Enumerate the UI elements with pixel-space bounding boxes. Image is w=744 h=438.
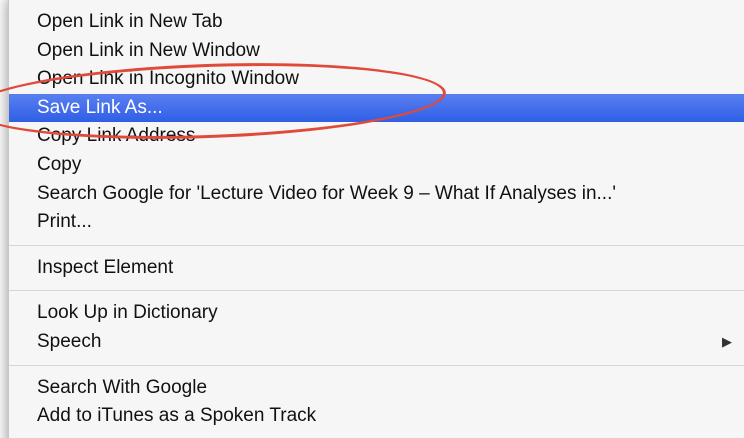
menu-separator xyxy=(9,290,744,292)
menu-item-speech[interactable]: Speech ▶ xyxy=(9,328,744,357)
menu-item-label: Copy xyxy=(37,153,82,175)
menu-item-label: Inspect Element xyxy=(37,256,174,278)
menu-item-label: Look Up in Dictionary xyxy=(37,302,218,324)
menu-item-label: Copy Link Address xyxy=(37,125,196,147)
menu-item-copy-link-address[interactable]: Copy Link Address xyxy=(9,122,744,151)
menu-separator xyxy=(9,244,744,246)
menu-item-look-up-dictionary[interactable]: Look Up in Dictionary xyxy=(9,299,744,328)
menu-item-copy[interactable]: Copy xyxy=(9,151,744,180)
menu-separator xyxy=(9,364,744,366)
menu-item-search-google-for[interactable]: Search Google for 'Lecture Video for Wee… xyxy=(9,180,744,209)
menu-item-label: Open Link in Incognito Window xyxy=(37,68,299,90)
context-menu: Open Link in New Tab Open Link in New Wi… xyxy=(8,0,744,438)
menu-item-inspect-element[interactable]: Inspect Element xyxy=(9,254,744,283)
screenshot-page: Open Link in New Tab Open Link in New Wi… xyxy=(0,0,744,438)
menu-item-label: Search With Google xyxy=(37,376,208,398)
menu-item-add-to-itunes[interactable]: Add to iTunes as a Spoken Track xyxy=(9,402,744,431)
chevron-right-icon: ▶ xyxy=(722,333,732,349)
menu-item-label: Search Google for 'Lecture Video for Wee… xyxy=(37,182,616,204)
menu-item-label: Print... xyxy=(37,211,92,233)
menu-item-search-with-google[interactable]: Search With Google xyxy=(9,374,744,403)
menu-item-label: Open Link in New Window xyxy=(37,39,260,61)
menu-item-print[interactable]: Print... xyxy=(9,208,744,237)
menu-item-label: Open Link in New Tab xyxy=(37,11,223,32)
menu-item-open-new-tab[interactable]: Open Link in New Tab xyxy=(9,8,744,37)
menu-item-save-link-as[interactable]: Save Link As... xyxy=(9,93,744,123)
menu-item-label: Save Link As... xyxy=(37,96,163,118)
menu-item-label: Add to iTunes as a Spoken Track xyxy=(37,405,317,427)
menu-item-open-new-window[interactable]: Open Link in New Window xyxy=(9,37,744,66)
menu-item-open-incognito[interactable]: Open Link in Incognito Window xyxy=(9,65,744,94)
menu-item-label: Speech xyxy=(37,330,102,352)
